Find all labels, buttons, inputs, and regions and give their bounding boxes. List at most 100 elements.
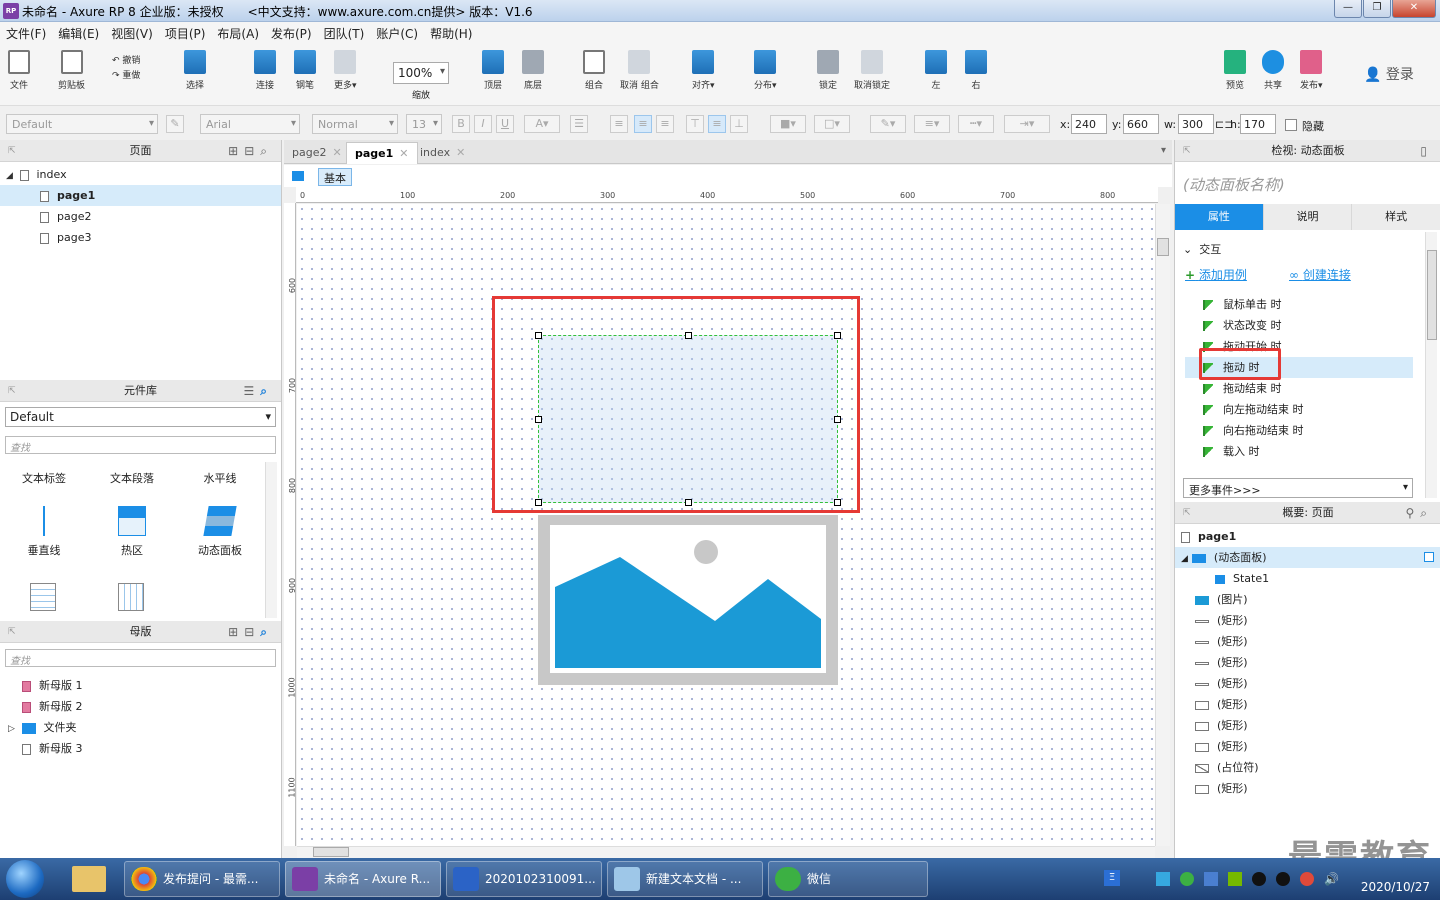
- x-input[interactable]: 240: [1071, 114, 1107, 134]
- outline-rect[interactable]: (矩形): [1175, 715, 1440, 736]
- lib-text-label[interactable]: 文本标签: [4, 470, 84, 486]
- add-master-icon[interactable]: ⊞: [228, 625, 244, 639]
- event-drag-end[interactable]: 拖动结束 时: [1203, 378, 1413, 399]
- italic-button[interactable]: I: [474, 115, 492, 133]
- bring-to-top-button[interactable]: 顶层: [482, 50, 504, 91]
- style-edit-icon[interactable]: ✎: [166, 115, 184, 133]
- taskbar-date[interactable]: 2020/10/27: [1361, 880, 1430, 894]
- y-input[interactable]: 660: [1123, 114, 1159, 134]
- image-widget[interactable]: [538, 515, 838, 685]
- resize-handle[interactable]: [834, 499, 841, 506]
- dynamic-panel-widget[interactable]: [535, 332, 841, 506]
- align-button[interactable]: 对齐▾: [692, 50, 715, 91]
- group-button[interactable]: 组合: [583, 50, 605, 91]
- volume-icon[interactable]: 🔊: [1324, 872, 1339, 886]
- event-load[interactable]: 载入 时: [1203, 441, 1413, 462]
- nvidia-icon[interactable]: [1228, 872, 1242, 886]
- select-button[interactable]: 选择: [184, 50, 206, 91]
- add-folder-icon[interactable]: ⊟: [244, 144, 260, 158]
- masters-search-input[interactable]: 查找: [5, 649, 276, 667]
- resize-handle[interactable]: [685, 332, 692, 339]
- outline-dynamic-panel[interactable]: ◢ (动态面板): [1175, 547, 1440, 568]
- resize-handle[interactable]: [685, 499, 692, 506]
- outline-rect[interactable]: (矩形): [1175, 694, 1440, 715]
- fill-color-button[interactable]: ■▾: [770, 115, 806, 133]
- scroll-thumb[interactable]: [1157, 238, 1169, 256]
- lib-vertical-line[interactable]: 垂直线: [4, 506, 84, 558]
- qq-icon[interactable]: [1276, 872, 1290, 886]
- menu-icon[interactable]: ☰: [244, 384, 261, 398]
- add-folder-icon[interactable]: ⊟: [244, 625, 260, 639]
- search-icon[interactable]: ⌕: [260, 384, 273, 398]
- tree-item-page1[interactable]: page1: [0, 185, 281, 206]
- widget-name-input[interactable]: (动态面板名称): [1183, 174, 1285, 195]
- scroll-thumb[interactable]: [313, 847, 349, 857]
- event-click[interactable]: 鼠标单击 时: [1203, 294, 1413, 315]
- library-select[interactable]: Default: [5, 407, 276, 427]
- library-search-input[interactable]: 查找: [5, 436, 276, 454]
- line-color-button[interactable]: ✎▾: [870, 115, 906, 133]
- pin-icon[interactable]: ⇱: [1183, 502, 1191, 524]
- font-color-button[interactable]: A▾: [524, 115, 560, 133]
- search-icon[interactable]: ⌕: [260, 144, 273, 158]
- tree-item-page3[interactable]: page3: [0, 227, 281, 248]
- resize-handle[interactable]: [834, 332, 841, 339]
- align-text-right-button[interactable]: ≡: [656, 115, 674, 133]
- event-swipe-left[interactable]: 向左拖动结束 时: [1203, 399, 1413, 420]
- search-icon[interactable]: ⌕: [260, 625, 273, 639]
- menu-help[interactable]: 帮助(H): [430, 25, 472, 42]
- canvas-horizontal-scrollbar[interactable]: [297, 846, 1155, 858]
- input-method-icon[interactable]: Ξ: [1104, 870, 1120, 886]
- zoom-select[interactable]: 100%: [393, 62, 449, 84]
- restore-button[interactable]: ❐: [1363, 0, 1391, 18]
- distribute-button[interactable]: 分布▾: [754, 50, 777, 91]
- notes-icon[interactable]: ▯: [1420, 144, 1433, 158]
- font-size-select[interactable]: 13: [406, 114, 442, 134]
- menu-layout[interactable]: 布局(A): [217, 25, 259, 42]
- add-page-icon[interactable]: ⊞: [228, 144, 244, 158]
- outline-rect[interactable]: (矩形): [1175, 778, 1440, 799]
- outline-state[interactable]: State1: [1175, 568, 1440, 589]
- inspector-scrollbar[interactable]: [1425, 232, 1437, 498]
- wechat-tray-icon[interactable]: [1180, 872, 1194, 886]
- align-text-left-button[interactable]: ≡: [610, 115, 628, 133]
- lib-text-paragraph[interactable]: 文本段落: [92, 470, 172, 486]
- menu-publish[interactable]: 发布(P): [271, 25, 312, 42]
- hide-checkbox[interactable]: [1285, 119, 1297, 131]
- align-right-button[interactable]: 右: [965, 50, 987, 91]
- lib-horizontal-line[interactable]: 水平线: [180, 470, 260, 486]
- redo-button[interactable]: ↷ 重做: [112, 69, 140, 84]
- align-text-center-button[interactable]: ≡: [634, 115, 652, 133]
- more-button[interactable]: 更多▾: [334, 50, 357, 91]
- close-button[interactable]: ✕: [1392, 0, 1436, 18]
- master-item[interactable]: 新母版 2: [0, 696, 281, 717]
- menu-view[interactable]: 视图(V): [111, 25, 153, 42]
- underline-button[interactable]: U: [496, 115, 514, 133]
- connect-button[interactable]: 连接: [254, 50, 276, 91]
- arrow-style-button[interactable]: ⇥▾: [1004, 115, 1050, 133]
- send-to-bottom-button[interactable]: 底层: [522, 50, 544, 91]
- outline-rect[interactable]: (矩形): [1175, 673, 1440, 694]
- lock-button[interactable]: 锁定: [817, 50, 839, 91]
- w-input[interactable]: 300: [1178, 114, 1214, 134]
- state-tab[interactable]: 基本: [318, 168, 352, 186]
- unlock-button[interactable]: 取消锁定: [854, 50, 890, 91]
- file-button[interactable]: 文件: [8, 50, 30, 91]
- resize-handle[interactable]: [535, 499, 542, 506]
- file-explorer-icon[interactable]: [72, 866, 106, 892]
- lib-hotspot[interactable]: 热区: [92, 506, 172, 558]
- taskbar-notepad[interactable]: 新建文本文档 - ...: [607, 861, 763, 897]
- lib-dynamic-panel[interactable]: 动态面板: [180, 506, 260, 558]
- style-select[interactable]: Default: [6, 114, 158, 134]
- interaction-section[interactable]: ⌄ 交互: [1183, 241, 1221, 257]
- bullet-list-button[interactable]: ☰: [570, 115, 588, 133]
- canvas-vertical-scrollbar[interactable]: [1155, 204, 1170, 846]
- menu-account[interactable]: 账户(C): [376, 25, 418, 42]
- pin-icon[interactable]: ⇱: [1183, 140, 1191, 162]
- lib-table-icon[interactable]: [30, 583, 56, 611]
- qq-icon[interactable]: [1252, 872, 1266, 886]
- resize-handle[interactable]: [535, 416, 542, 423]
- tab-notes[interactable]: 说明: [1263, 204, 1353, 230]
- tray-app-icon[interactable]: [1156, 872, 1170, 886]
- tray-app-icon[interactable]: [1300, 872, 1314, 886]
